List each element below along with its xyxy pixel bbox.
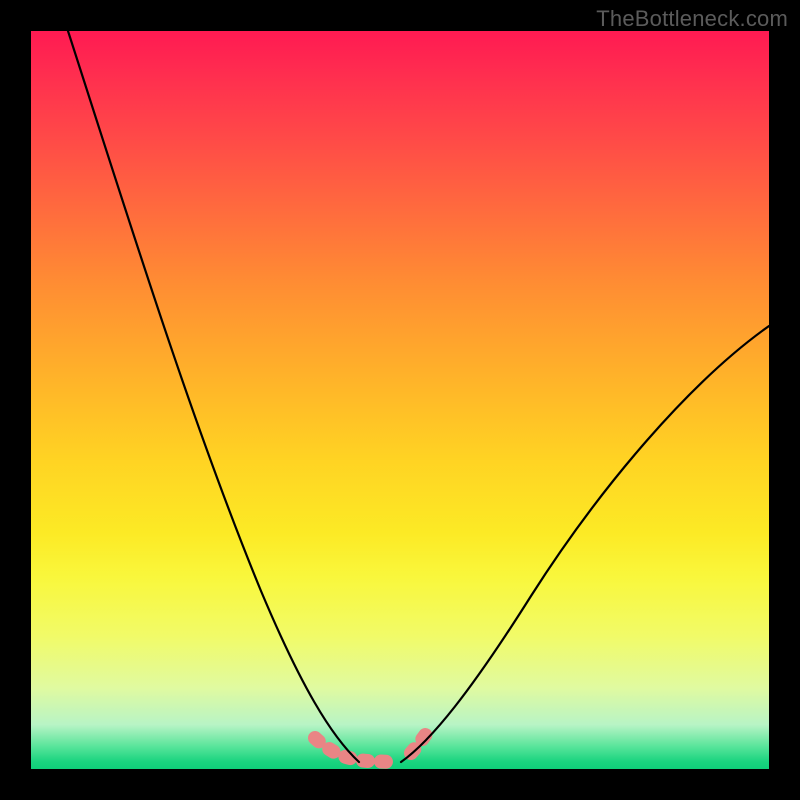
chart-frame: TheBottleneck.com	[0, 0, 800, 800]
chart-plot-area	[31, 31, 769, 769]
left-curve	[68, 31, 359, 762]
watermark-text: TheBottleneck.com	[596, 6, 788, 32]
right-curve	[401, 326, 769, 762]
chart-svg	[31, 31, 769, 769]
